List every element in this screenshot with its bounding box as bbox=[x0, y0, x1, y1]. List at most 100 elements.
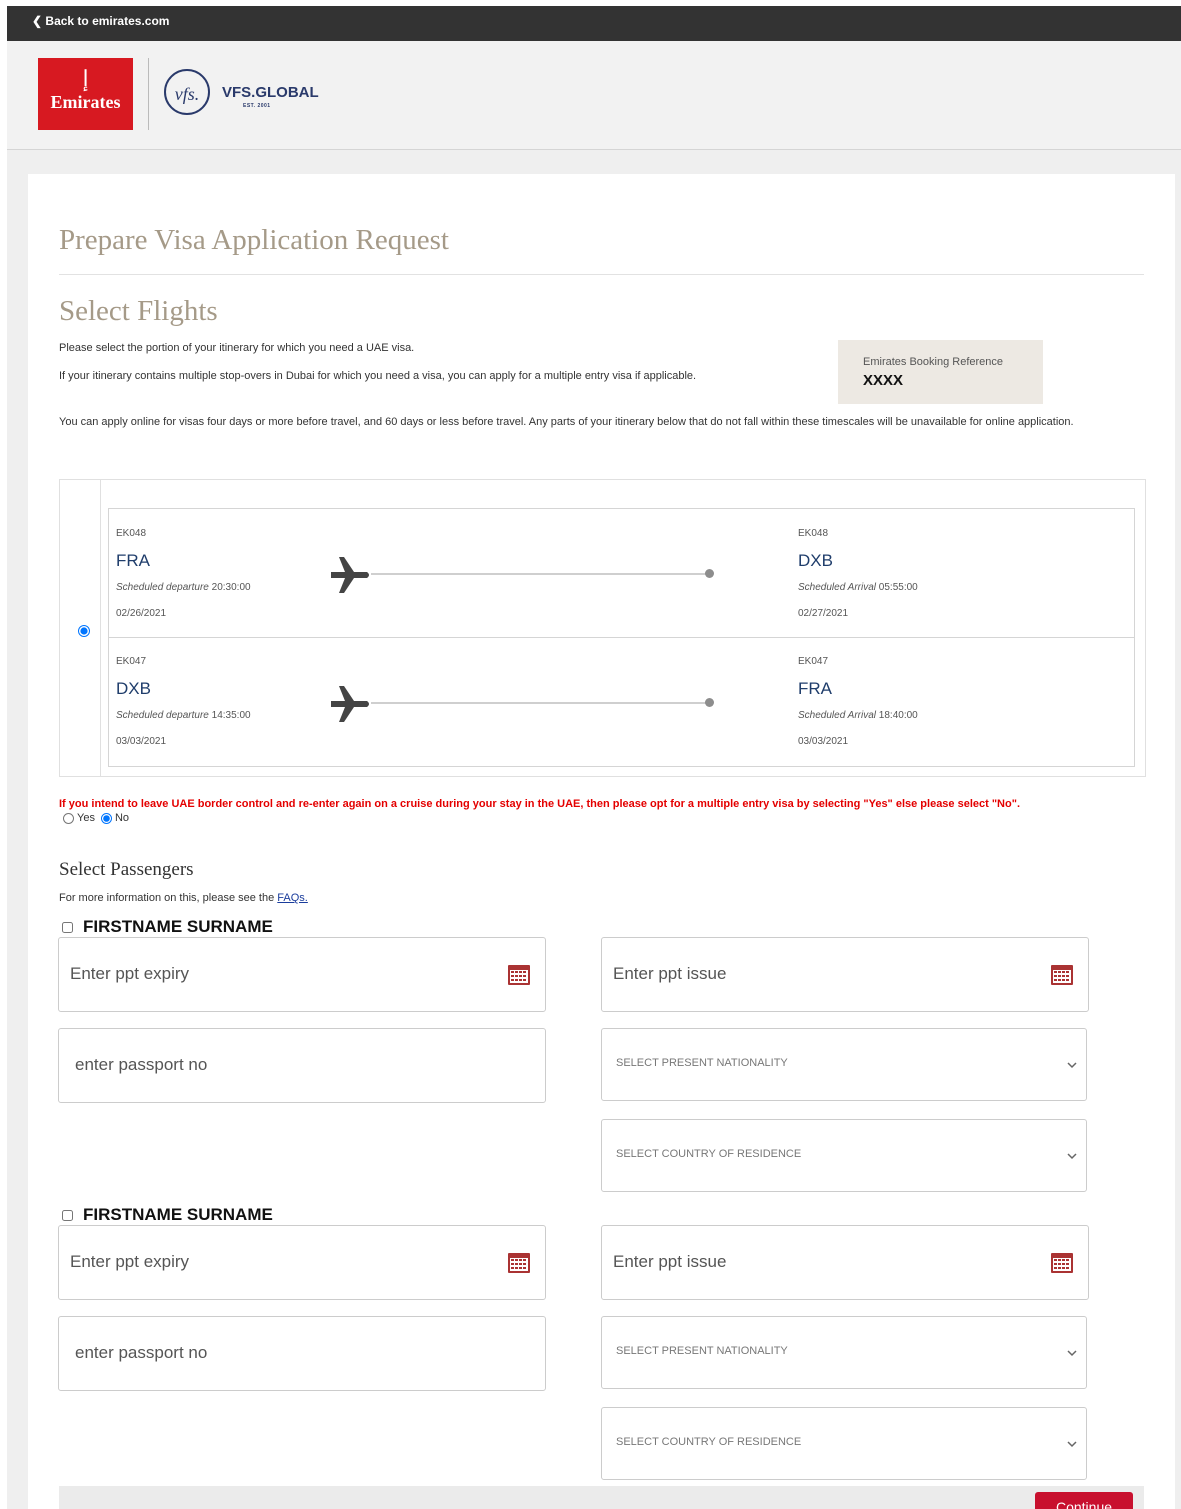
nationality-select[interactable]: SELECT PRESENT NATIONALITY bbox=[601, 1028, 1087, 1101]
dep-schedule-label: Scheduled departure bbox=[116, 710, 209, 721]
ppt-expiry-placeholder: Enter ppt expiry bbox=[70, 964, 190, 983]
multiple-entry-no-option[interactable]: No bbox=[100, 812, 130, 824]
residence-select-placeholder: SELECT COUNTRY OF RESIDENCE bbox=[616, 1436, 802, 1448]
passenger-checkbox[interactable] bbox=[62, 921, 73, 933]
arr-schedule-label: Scheduled Arrival bbox=[798, 710, 877, 721]
arr-date: 03/03/2021 bbox=[798, 736, 849, 747]
calendar-icon[interactable] bbox=[507, 1252, 531, 1274]
ppt-expiry-input[interactable]: Enter ppt expiry bbox=[58, 1225, 546, 1300]
arr-time: 18:40:00 bbox=[878, 710, 918, 721]
calendar-icon[interactable] bbox=[507, 964, 531, 986]
dep-date: 02/26/2021 bbox=[116, 608, 167, 619]
section-title-passengers: Select Passengers bbox=[59, 859, 194, 880]
dep-flight-number: EK047 bbox=[116, 656, 147, 667]
residence-select[interactable]: SELECT COUNTRY OF RESIDENCE bbox=[601, 1407, 1087, 1480]
flight-leg: EK048 FRA Scheduled departure 20:30:00 0… bbox=[109, 509, 1134, 637]
dep-schedule-label: Scheduled departure bbox=[116, 582, 209, 593]
route-end-dot bbox=[705, 569, 714, 578]
continue-button[interactable]: Continue bbox=[1035, 1492, 1133, 1509]
dep-time: 14:35:00 bbox=[211, 710, 251, 721]
ppt-issue-input[interactable]: Enter ppt issue bbox=[601, 937, 1089, 1012]
arr-schedule-label: Scheduled Arrival bbox=[798, 582, 877, 593]
main-card: Prepare Visa Application Request Select … bbox=[28, 174, 1175, 1509]
passport-number-input[interactable]: enter passport no bbox=[58, 1316, 546, 1391]
emirates-calligraphy-icon: إ bbox=[82, 66, 89, 91]
calendar-icon[interactable] bbox=[1050, 1252, 1074, 1274]
itinerary-select-column bbox=[60, 480, 101, 776]
ppt-issue-placeholder: Enter ppt issue bbox=[613, 964, 727, 983]
arr-time: 05:55:00 bbox=[878, 582, 918, 593]
ppt-issue-input[interactable]: Enter ppt issue bbox=[601, 1225, 1089, 1300]
arr-schedule: Scheduled Arrival 05:55:00 bbox=[798, 582, 918, 593]
multiple-entry-yes-option[interactable]: Yes bbox=[63, 812, 95, 824]
passport-number-input[interactable]: enter passport no bbox=[58, 1028, 546, 1103]
itinerary-legs: EK048 FRA Scheduled departure 20:30:00 0… bbox=[108, 508, 1135, 767]
arr-airport: DXB bbox=[798, 551, 833, 570]
page-title: Prepare Visa Application Request bbox=[59, 224, 449, 256]
multiple-entry-yes-label: Yes bbox=[77, 812, 95, 824]
multiple-entry-radio-group: Yes No bbox=[63, 812, 135, 824]
booking-reference-value: XXXX bbox=[863, 372, 904, 389]
chevron-down-icon bbox=[1067, 1441, 1077, 1448]
passenger-header: FIRSTNAME SURNAME bbox=[62, 1205, 273, 1225]
route-line bbox=[371, 573, 707, 575]
multiple-entry-no-radio[interactable] bbox=[100, 812, 112, 824]
multiple-entry-warning: If you intend to leave UAE border contro… bbox=[59, 798, 1020, 810]
logo-divider bbox=[148, 58, 149, 130]
plane-icon bbox=[331, 686, 369, 722]
dep-schedule: Scheduled departure 20:30:00 bbox=[116, 582, 251, 593]
emirates-logo-text: Emirates bbox=[50, 92, 121, 112]
ppt-issue-placeholder: Enter ppt issue bbox=[613, 1252, 727, 1271]
faq-link[interactable]: FAQs. bbox=[277, 892, 308, 904]
residence-select-placeholder: SELECT COUNTRY OF RESIDENCE bbox=[616, 1148, 802, 1160]
dep-schedule: Scheduled departure 14:35:00 bbox=[116, 710, 251, 721]
back-link-label: Back to emirates.com bbox=[45, 14, 170, 28]
browser-viewport: ❮ Back to emirates.com إ Emirates vfs. V… bbox=[7, 6, 1181, 1509]
emirates-logo[interactable]: إ Emirates bbox=[38, 58, 133, 130]
faq-note-text: For more information on this, please see… bbox=[59, 892, 275, 904]
route-line bbox=[371, 702, 707, 704]
passenger-checkbox[interactable] bbox=[62, 1209, 73, 1221]
dep-date: 03/03/2021 bbox=[116, 736, 167, 747]
ppt-expiry-placeholder: Enter ppt expiry bbox=[70, 1252, 190, 1271]
dep-flight-number: EK048 bbox=[116, 528, 147, 539]
vfs-logo-mark: vfs. bbox=[164, 69, 210, 115]
nationality-select[interactable]: SELECT PRESENT NATIONALITY bbox=[601, 1316, 1087, 1389]
nationality-select-placeholder: SELECT PRESENT NATIONALITY bbox=[616, 1057, 788, 1069]
section-title-flights: Select Flights bbox=[59, 295, 218, 327]
itinerary-radio[interactable] bbox=[78, 625, 90, 637]
arr-flight-number: EK047 bbox=[798, 656, 829, 667]
nationality-select-placeholder: SELECT PRESENT NATIONALITY bbox=[616, 1345, 788, 1357]
title-divider bbox=[59, 274, 1144, 275]
chevron-down-icon bbox=[1067, 1062, 1077, 1069]
back-link[interactable]: ❮ Back to emirates.com bbox=[32, 14, 169, 28]
site-header: إ Emirates vfs. VFS.GLOBAL EST. 2001 bbox=[7, 41, 1181, 150]
arr-schedule: Scheduled Arrival 18:40:00 bbox=[798, 710, 918, 721]
arr-flight-number: EK048 bbox=[798, 528, 829, 539]
plane-icon bbox=[331, 557, 369, 593]
multiple-entry-no-label: No bbox=[114, 812, 130, 824]
passenger-name: FIRSTNAME SURNAME bbox=[83, 1205, 273, 1224]
arr-date: 02/27/2021 bbox=[798, 608, 849, 619]
route-end-dot bbox=[705, 698, 714, 707]
multiple-entry-yes-radio[interactable] bbox=[63, 812, 74, 824]
vfs-est: EST. 2001 bbox=[243, 103, 271, 109]
itinerary-option: EK048 FRA Scheduled departure 20:30:00 0… bbox=[59, 479, 1146, 777]
dep-airport: FRA bbox=[116, 551, 150, 570]
intro-text-3: You can apply online for visas four days… bbox=[59, 416, 1074, 428]
booking-reference-label: Emirates Booking Reference bbox=[863, 356, 1004, 368]
chevron-left-icon: ❮ bbox=[32, 14, 43, 28]
dep-time: 20:30:00 bbox=[211, 582, 251, 593]
intro-text-2: If your itinerary contains multiple stop… bbox=[59, 370, 697, 382]
intro-text-1: Please select the portion of your itiner… bbox=[59, 342, 415, 354]
vfs-logo-text: VFS.GLOBAL bbox=[222, 84, 319, 101]
calendar-icon[interactable] bbox=[1050, 964, 1074, 986]
form-actions-bar: Continue bbox=[59, 1486, 1144, 1509]
ppt-expiry-input[interactable]: Enter ppt expiry bbox=[58, 937, 546, 1012]
residence-select[interactable]: SELECT COUNTRY OF RESIDENCE bbox=[601, 1119, 1087, 1192]
passport-number-placeholder: enter passport no bbox=[75, 1055, 208, 1074]
flight-leg: EK047 DXB Scheduled departure 14:35:00 0… bbox=[109, 637, 1134, 766]
arr-airport: FRA bbox=[798, 679, 832, 698]
top-bar: ❮ Back to emirates.com bbox=[7, 6, 1181, 41]
booking-reference-box: Emirates Booking Reference XXXX bbox=[838, 340, 1043, 404]
